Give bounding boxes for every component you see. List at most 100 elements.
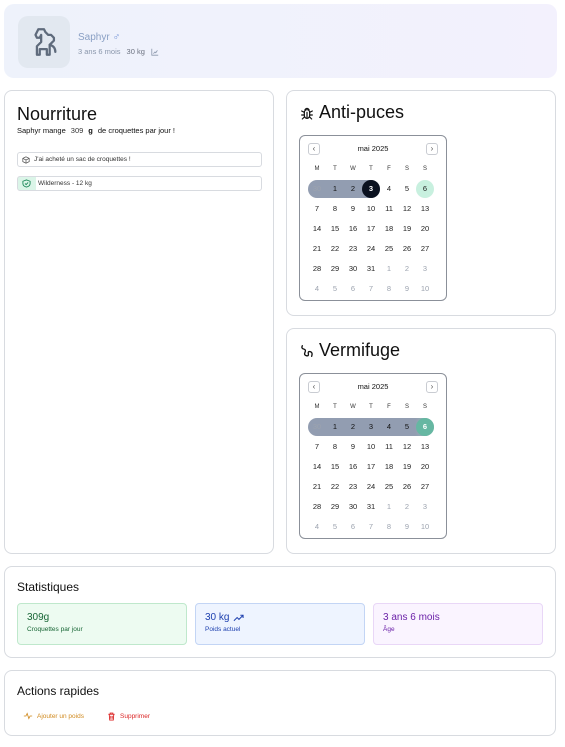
calendar-day[interactable]: 6: [344, 280, 362, 298]
calendar-day[interactable]: 21: [308, 478, 326, 496]
calendar-day[interactable]: 2: [398, 498, 416, 516]
next-month-button[interactable]: ›: [426, 381, 438, 393]
calendar-day[interactable]: 17: [362, 220, 380, 238]
calendar-day[interactable]: 6: [416, 418, 434, 436]
calendar-month: mai 2025: [357, 382, 389, 391]
calendar-day[interactable]: 1: [326, 180, 344, 198]
calendar-day[interactable]: 6: [344, 518, 362, 536]
calendar-day[interactable]: 30: [344, 498, 362, 516]
food-amount-input[interactable]: 309: [71, 126, 84, 135]
calendar-day[interactable]: 28: [308, 260, 326, 278]
calendar-day[interactable]: 1: [380, 260, 398, 278]
calendar-day[interactable]: 9: [344, 438, 362, 456]
calendar-day[interactable]: 8: [380, 518, 398, 536]
delete-button[interactable]: Supprimer: [107, 712, 150, 721]
calendar-day[interactable]: 11: [380, 438, 398, 456]
calendar-day[interactable]: 15: [326, 220, 344, 238]
calendar-day[interactable]: 1: [326, 418, 344, 436]
calendar-day[interactable]: 29: [326, 498, 344, 516]
calendar-day[interactable]: 18: [380, 220, 398, 238]
pet-name: Saphyr ♂: [78, 32, 120, 43]
calendar-day[interactable]: 7: [362, 280, 380, 298]
calendar-day[interactable]: 10: [362, 200, 380, 218]
calendar-day[interactable]: 31: [362, 260, 380, 278]
calendar-day[interactable]: 22: [326, 478, 344, 496]
calendar-day[interactable]: 13: [416, 438, 434, 456]
calendar-day[interactable]: 28: [308, 498, 326, 516]
calendar-day[interactable]: 5: [398, 418, 416, 436]
calendar-day[interactable]: 13: [416, 200, 434, 218]
calendar-day[interactable]: 3: [416, 498, 434, 516]
calendar-day[interactable]: 9: [398, 518, 416, 536]
calendar-day[interactable]: 26: [398, 240, 416, 258]
calendar-day[interactable]: 5: [326, 518, 344, 536]
calendar-day[interactable]: 7: [308, 438, 326, 456]
calendar-day[interactable]: 8: [380, 280, 398, 298]
calendar-day[interactable]: 30: [308, 180, 326, 198]
calendar-day[interactable]: 31: [362, 498, 380, 516]
current-bag-item[interactable]: Wilderness - 12 kg: [17, 176, 262, 191]
add-weight-button[interactable]: Ajouter un poids: [23, 712, 84, 720]
calendar-day[interactable]: 18: [380, 458, 398, 476]
calendar-day[interactable]: 8: [326, 200, 344, 218]
calendar-day[interactable]: 9: [344, 200, 362, 218]
calendar-day[interactable]: 17: [362, 458, 380, 476]
calendar-day[interactable]: 10: [362, 438, 380, 456]
calendar-day[interactable]: 4: [308, 280, 326, 298]
calendar-day[interactable]: 24: [362, 240, 380, 258]
calendar-day[interactable]: 7: [362, 518, 380, 536]
calendar-day[interactable]: 9: [398, 280, 416, 298]
calendar-day[interactable]: 25: [380, 240, 398, 258]
calendar-day[interactable]: 2: [398, 260, 416, 278]
calendar-day[interactable]: 19: [398, 458, 416, 476]
calendar-day[interactable]: 16: [344, 458, 362, 476]
calendar-day[interactable]: 27: [416, 478, 434, 496]
calendar-day[interactable]: 20: [416, 220, 434, 238]
calendar-day[interactable]: 6: [416, 180, 434, 198]
calendar-day[interactable]: 4: [380, 180, 398, 198]
calendar-day[interactable]: 29: [326, 260, 344, 278]
calendar-day[interactable]: 23: [344, 240, 362, 258]
calendar-day[interactable]: 26: [398, 478, 416, 496]
calendar-day[interactable]: 3: [362, 418, 380, 436]
calendar-day[interactable]: 3: [416, 260, 434, 278]
calendar-day[interactable]: 23: [344, 478, 362, 496]
calendar-day[interactable]: 30: [308, 418, 326, 436]
calendar-day[interactable]: 30: [344, 260, 362, 278]
calendar-day[interactable]: 12: [398, 200, 416, 218]
calendar-day[interactable]: 10: [416, 280, 434, 298]
calendar-week: 28 29 30 31 1 2 3: [308, 260, 434, 278]
calendar-day[interactable]: 8: [326, 438, 344, 456]
calendar-day[interactable]: 7: [308, 200, 326, 218]
calendar-day[interactable]: 22: [326, 240, 344, 258]
calendar-day[interactable]: 16: [344, 220, 362, 238]
calendar-day[interactable]: 25: [380, 478, 398, 496]
calendar-day[interactable]: 4: [380, 418, 398, 436]
calendar-day[interactable]: 2: [344, 180, 362, 198]
weekday-label: W: [350, 404, 356, 410]
calendar-day[interactable]: 5: [326, 280, 344, 298]
calendar-day[interactable]: 10: [416, 518, 434, 536]
weekday-row: MTWTFSS: [308, 404, 434, 410]
calendar-day[interactable]: 12: [398, 438, 416, 456]
calendar-day[interactable]: 15: [326, 458, 344, 476]
calendar-day[interactable]: 11: [380, 200, 398, 218]
calendar-day[interactable]: 24: [362, 478, 380, 496]
calendar-day[interactable]: 5: [398, 180, 416, 198]
calendar-day[interactable]: 21: [308, 240, 326, 258]
calendar-day[interactable]: 14: [308, 220, 326, 238]
calendar-day[interactable]: 2: [344, 418, 362, 436]
chart-icon[interactable]: [151, 48, 159, 56]
bought-bag-button[interactable]: J'ai acheté un sac de croquettes !: [17, 152, 262, 167]
calendar-day[interactable]: 14: [308, 458, 326, 476]
calendar-day[interactable]: 20: [416, 458, 434, 476]
calendar-day[interactable]: 1: [380, 498, 398, 516]
next-month-button[interactable]: ›: [426, 143, 438, 155]
calendar-day[interactable]: 3: [362, 180, 380, 198]
weekday-label: M: [314, 404, 320, 410]
calendar-day[interactable]: 19: [398, 220, 416, 238]
weekday-label: W: [350, 166, 356, 172]
calendar-day[interactable]: 4: [308, 518, 326, 536]
calendar-day[interactable]: 27: [416, 240, 434, 258]
worm-card: Vermifuge ‹ mai 2025 › M T W T F S S 30 1 2 3 4 5 6 7 8 9 10…: [286, 328, 556, 554]
